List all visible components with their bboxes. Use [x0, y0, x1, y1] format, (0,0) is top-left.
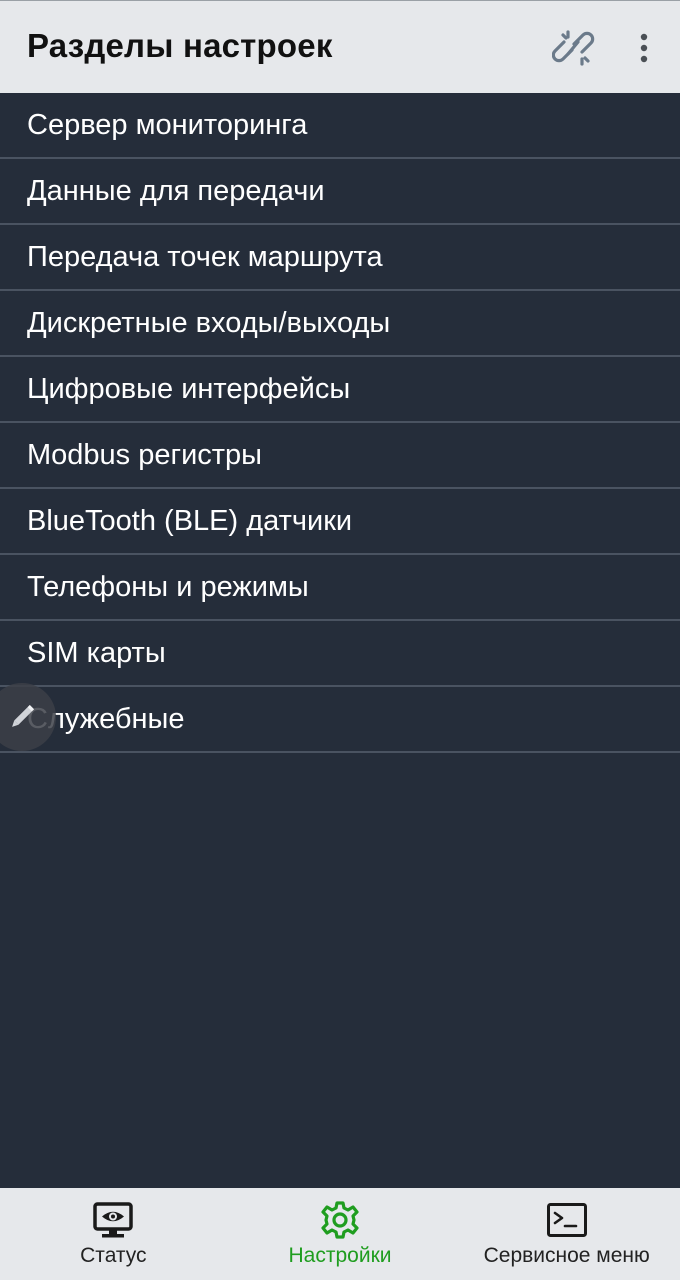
section-item-sim-cards[interactable]: SIM карты: [0, 621, 680, 687]
section-item-transmission-data[interactable]: Данные для передачи: [0, 159, 680, 225]
nav-tab-settings[interactable]: Настройки: [227, 1188, 454, 1280]
page-title: Разделы настроек: [27, 27, 333, 64]
section-item-phones-modes[interactable]: Телефоны и режимы: [0, 555, 680, 621]
section-label: SIM карты: [27, 636, 166, 669]
section-label: Цифровые интерфейсы: [27, 372, 351, 405]
link-off-button[interactable]: [548, 25, 600, 71]
section-item-route-points[interactable]: Передача точек маршрута: [0, 225, 680, 291]
pencil-icon: [12, 704, 35, 727]
section-item-ble-sensors[interactable]: BlueTooth (BLE) датчики: [0, 489, 680, 555]
more-options-button[interactable]: [624, 25, 664, 71]
terminal-icon: [546, 1203, 587, 1237]
section-item-monitoring-server[interactable]: Сервер мониторинга: [0, 93, 680, 159]
section-item-service[interactable]: Служебные: [0, 687, 680, 753]
nav-tab-label: Сервисное меню: [483, 1244, 650, 1267]
monitor-eye-icon: [93, 1202, 134, 1238]
section-label: BlueTooth (BLE) датчики: [27, 504, 353, 537]
section-item-discrete-io[interactable]: Дискретные входы/выходы: [0, 291, 680, 357]
section-label: Modbus регистры: [27, 438, 263, 471]
settings-sections-list: Сервер мониторинга Данные для передачи П…: [0, 93, 680, 753]
section-label: Сервер мониторинга: [27, 108, 308, 141]
bottom-navigation: Статус Настройки Сервисное меню: [0, 1188, 680, 1280]
section-label: Телефоны и режимы: [27, 570, 309, 603]
section-label: Дискретные входы/выходы: [27, 306, 391, 339]
app-bar: Разделы настроек: [0, 0, 680, 93]
nav-tab-label: Статус: [80, 1244, 147, 1267]
section-item-digital-interfaces[interactable]: Цифровые интерфейсы: [0, 357, 680, 423]
link-off-icon: [552, 30, 595, 66]
gear-icon: [321, 1201, 359, 1239]
section-label: Данные для передачи: [27, 174, 325, 207]
nav-tab-service-menu[interactable]: Сервисное меню: [453, 1188, 680, 1280]
nav-tab-status[interactable]: Статус: [0, 1188, 227, 1280]
nav-tab-label: Настройки: [288, 1244, 392, 1267]
more-vert-icon: [640, 33, 648, 63]
section-label: Передача точек маршрута: [27, 240, 383, 273]
section-item-modbus-registers[interactable]: Modbus регистры: [0, 423, 680, 489]
